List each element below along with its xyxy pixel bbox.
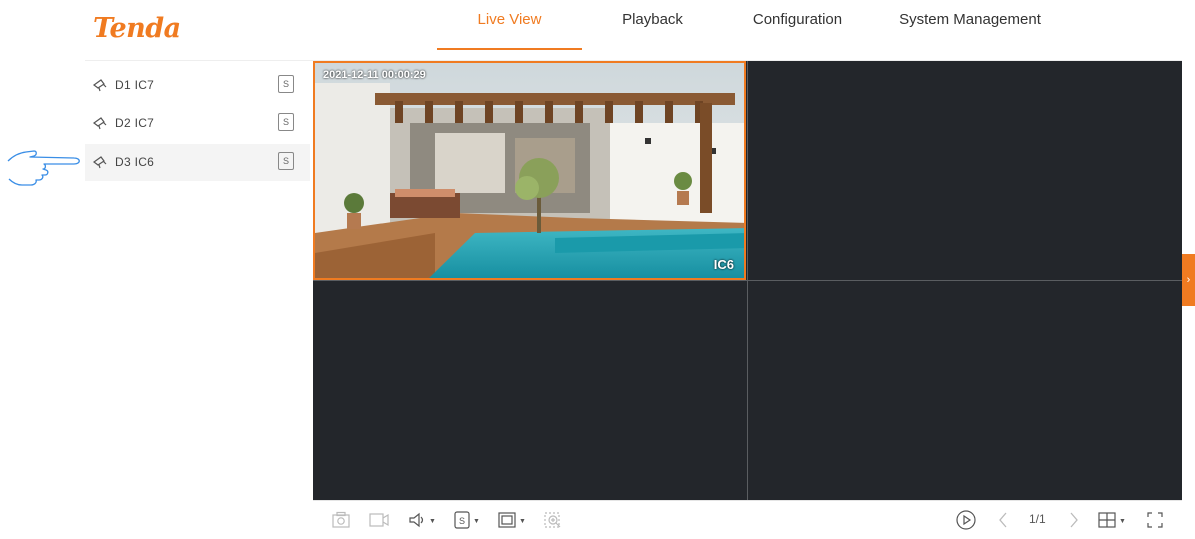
camera-icon	[92, 79, 107, 92]
prev-page-icon	[999, 512, 1007, 528]
camera-icon	[92, 117, 107, 130]
fullscreen-icon	[1147, 512, 1163, 528]
layout-icon	[1098, 512, 1116, 528]
camera-icon	[92, 156, 107, 169]
chevron-right-icon: ›	[1186, 274, 1191, 286]
stream-badge[interactable]: S	[278, 152, 294, 170]
video-pane-4[interactable]	[748, 281, 1182, 500]
record-button[interactable]	[368, 509, 390, 531]
chevron-down-icon: ▼	[1119, 517, 1126, 525]
side-panel-toggle[interactable]: ›	[1182, 254, 1195, 306]
chevron-down-icon: ▼	[519, 517, 526, 525]
tab-playback[interactable]: Playback	[605, 0, 700, 50]
layout-select-button[interactable]: ▼	[1097, 509, 1126, 531]
snapshot-icon	[332, 511, 350, 528]
svg-text:S: S	[459, 516, 465, 526]
video-pane-1[interactable]: 2021-12-11 00:00:29 IC6	[313, 61, 746, 280]
play-icon	[956, 510, 976, 530]
page-indicator: 1/1	[1029, 512, 1046, 526]
next-page-button[interactable]	[1068, 509, 1080, 531]
camera-item-label: D2 IC7	[115, 116, 155, 130]
stream-badge[interactable]: S	[278, 113, 294, 131]
fullwindow-icon	[498, 512, 516, 528]
video-camera-name: IC6	[713, 257, 734, 272]
stream-icon: S	[454, 511, 470, 529]
snapshot-button[interactable]	[331, 509, 351, 531]
volume-button[interactable]: ▼	[407, 509, 436, 531]
camera-item-d3[interactable]: D3 IC6 S	[85, 144, 310, 181]
prev-page-button[interactable]	[997, 509, 1009, 531]
camera-item-d1[interactable]: D1 IC7 S	[85, 67, 310, 104]
zoom-icon	[544, 512, 561, 528]
video-timestamp: 2021-12-11 00:00:29	[323, 69, 426, 81]
video-pane-2[interactable]	[748, 61, 1182, 280]
pointing-hand-icon	[7, 150, 80, 186]
camera-feed-image	[315, 63, 744, 278]
tab-playback-label: Playback	[622, 11, 683, 28]
camera-list-sidebar: D1 IC7 S D2 IC7 S D3 IC6 S	[85, 61, 314, 538]
record-icon	[369, 513, 389, 527]
video-pane-3[interactable]	[313, 281, 747, 500]
video-toolbar: ▼ S ▼ ▼ 1/1 ▼	[313, 500, 1182, 539]
camera-item-label: D3 IC6	[115, 155, 155, 169]
tab-live-view[interactable]: Live View	[437, 0, 582, 50]
tab-system-management-label: System Management	[899, 11, 1041, 28]
digital-zoom-button[interactable]	[543, 509, 563, 531]
stream-select-button[interactable]: S ▼	[453, 509, 480, 531]
grid-divider-horizontal	[313, 280, 1182, 281]
chevron-down-icon: ▼	[429, 517, 436, 525]
tab-live-view-label: Live View	[477, 11, 542, 28]
window-mode-button[interactable]: ▼	[497, 509, 526, 531]
camera-item-label: D1 IC7	[115, 78, 155, 92]
fullscreen-button[interactable]	[1145, 509, 1165, 531]
tab-system-management[interactable]: System Management	[885, 0, 1055, 50]
stream-badge[interactable]: S	[278, 75, 294, 93]
play-all-button[interactable]	[955, 509, 977, 531]
volume-icon	[409, 512, 424, 528]
video-grid: 2021-12-11 00:00:29 IC6	[313, 61, 1182, 500]
chevron-down-icon: ▼	[473, 517, 480, 525]
next-page-icon	[1070, 512, 1078, 528]
tab-configuration-label: Configuration	[752, 11, 843, 28]
tab-configuration[interactable]: Configuration	[735, 0, 860, 50]
camera-item-d2[interactable]: D2 IC7 S	[85, 105, 310, 142]
tenda-logo: Tenda	[93, 13, 181, 44]
